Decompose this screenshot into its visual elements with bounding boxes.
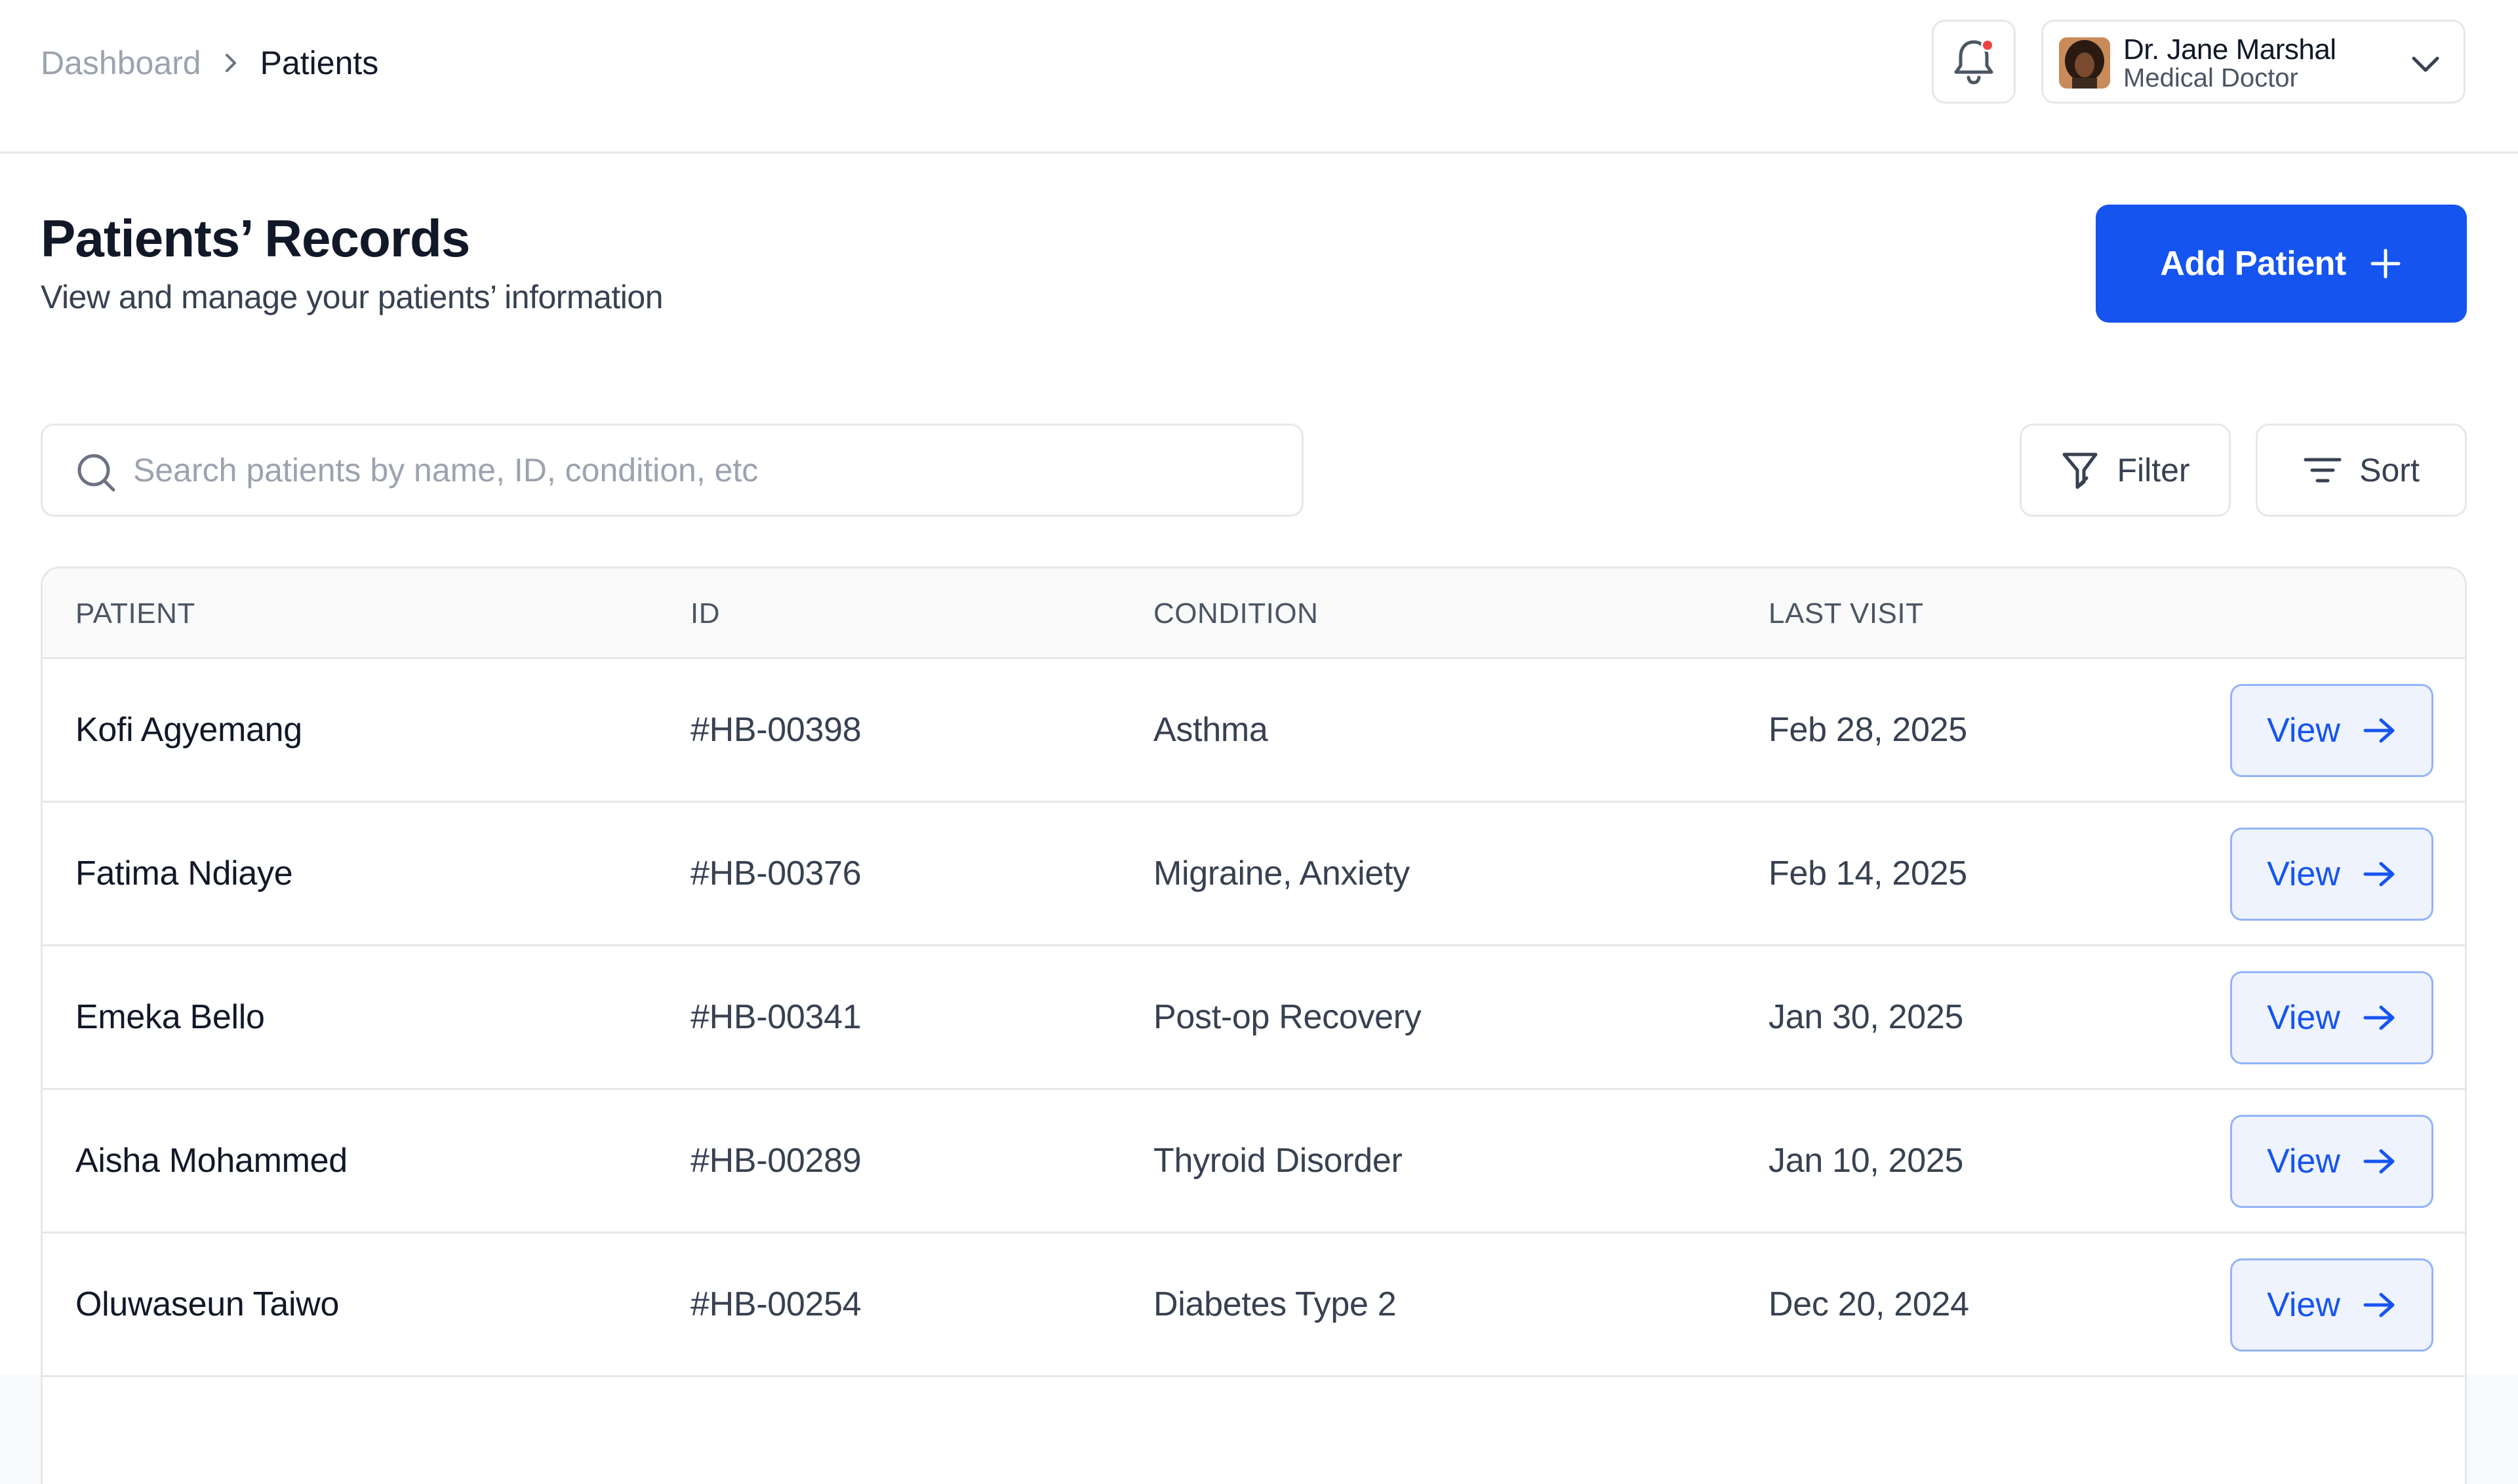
user-menu[interactable]: Dr. Jane Marshal Medical Doctor — [2041, 20, 2466, 104]
patient-id: #HB-00376 — [690, 854, 862, 892]
chevron-right-icon — [221, 50, 241, 76]
view-button[interactable]: View — [2230, 828, 2433, 921]
view-label: View — [2267, 712, 2340, 750]
view-label: View — [2267, 1286, 2340, 1324]
filter-label: Filter — [2117, 452, 2190, 489]
view-label: View — [2267, 1142, 2340, 1180]
patient-condition: Diabetes Type 2 — [1153, 1285, 1397, 1323]
patient-last-visit: Feb 14, 2025 — [1769, 854, 1967, 892]
patient-name: Kofi Agyemang — [75, 711, 302, 749]
patient-id: #HB-00254 — [690, 1285, 862, 1323]
view-label: View — [2267, 999, 2340, 1037]
search-icon — [75, 452, 117, 497]
patient-last-visit: Jan 30, 2025 — [1769, 998, 1964, 1036]
patient-id: #HB-00289 — [690, 1142, 862, 1180]
patient-name: Oluwaseun Taiwo — [75, 1285, 340, 1323]
view-label: View — [2267, 855, 2340, 893]
patient-name: Fatima Ndiaye — [75, 854, 293, 892]
column-header-patient[interactable]: PATIENT — [75, 569, 195, 659]
patient-id: #HB-00398 — [690, 711, 862, 749]
search-box[interactable] — [41, 424, 1304, 517]
top-bar: Dashboard Patients Dr. Jane Marshal Medi… — [0, 0, 2518, 153]
breadcrumb-dashboard-link[interactable]: Dashboard — [41, 44, 201, 82]
view-button[interactable]: View — [2230, 684, 2433, 777]
notification-dot — [1981, 39, 1994, 52]
search-input[interactable] — [133, 426, 1287, 515]
avatar — [2059, 37, 2110, 89]
user-name: Dr. Jane Marshal — [2123, 33, 2336, 66]
page-title: Patients’ Records — [41, 209, 470, 268]
patient-condition: Migraine, Anxiety — [1153, 854, 1410, 892]
patient-name: Emeka Bello — [75, 998, 265, 1036]
arrow-right-icon — [2363, 718, 2395, 743]
view-button[interactable]: View — [2230, 1115, 2433, 1208]
sort-icon — [2304, 458, 2342, 483]
patient-last-visit: Feb 28, 2025 — [1769, 711, 1967, 749]
page-subtitle: View and manage your patients’ informati… — [41, 279, 664, 315]
patient-condition: Asthma — [1153, 711, 1268, 749]
patients-table: PATIENT ID CONDITION LAST VISIT Kofi Agy… — [41, 567, 2467, 1484]
patient-last-visit: Dec 20, 2024 — [1769, 1285, 1969, 1323]
column-header-id[interactable]: ID — [690, 569, 720, 659]
notifications-button[interactable] — [1932, 20, 2016, 104]
view-button[interactable]: View — [2230, 971, 2433, 1064]
chevron-down-icon — [2408, 47, 2443, 84]
patient-last-visit: Jan 10, 2025 — [1769, 1142, 1964, 1180]
arrow-right-icon — [2363, 862, 2395, 887]
column-header-last-visit[interactable]: LAST VISIT — [1769, 569, 1924, 659]
breadcrumb-current: Patients — [260, 45, 379, 81]
table-row[interactable]: Fatima Ndiaye #HB-00376 Migraine, Anxiet… — [43, 803, 2465, 946]
column-header-condition[interactable]: CONDITION — [1153, 569, 1318, 659]
arrow-right-icon — [2363, 1005, 2395, 1030]
view-button[interactable]: View — [2230, 1258, 2433, 1352]
patient-condition: Post-op Recovery — [1153, 998, 1422, 1036]
sort-button[interactable]: Sort — [2256, 424, 2467, 517]
table-row[interactable]: Kofi Agyemang #HB-00398 Asthma Feb 28, 2… — [43, 659, 2465, 803]
table-row[interactable]: Oluwaseun Taiwo #HB-00254 Diabetes Type … — [43, 1233, 2465, 1377]
add-patient-button[interactable]: Add Patient — [2096, 205, 2467, 323]
breadcrumb: Dashboard Patients — [41, 42, 378, 84]
filter-icon — [2062, 452, 2098, 489]
user-role: Medical Doctor — [2123, 64, 2298, 92]
table-row[interactable]: Aisha Mohammed #HB-00289 Thyroid Disorde… — [43, 1090, 2465, 1233]
arrow-right-icon — [2363, 1293, 2395, 1317]
plus-icon — [2370, 249, 2401, 279]
patient-id: #HB-00341 — [690, 998, 862, 1036]
patient-condition: Thyroid Disorder — [1153, 1142, 1403, 1180]
add-patient-label: Add Patient — [2160, 245, 2346, 283]
table-row[interactable]: Emeka Bello #HB-00341 Post-op Recovery J… — [43, 946, 2465, 1090]
table-header: PATIENT ID CONDITION LAST VISIT — [43, 569, 2465, 659]
filter-button[interactable]: Filter — [2020, 424, 2231, 517]
sort-label: Sort — [2359, 452, 2420, 489]
arrow-right-icon — [2363, 1149, 2395, 1174]
patient-name: Aisha Mohammed — [75, 1142, 348, 1180]
